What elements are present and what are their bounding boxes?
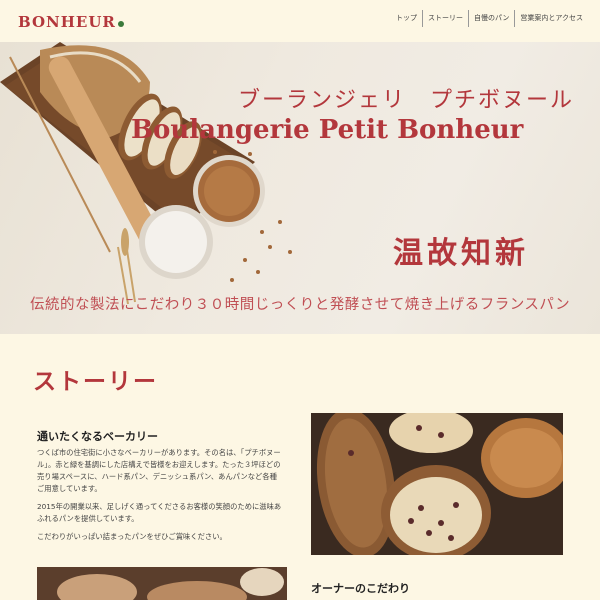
hero-tagline: 伝統的な製法にこだわり３０時間じっくりと発酵させて焼き上げるフランスパン: [30, 297, 571, 313]
bread-photo: [311, 413, 563, 555]
bread-loaves-image: [311, 413, 563, 555]
story-paragraph: つくば市の住宅街に小さなベーカリーがあります。その名は、「プチボヌール」。赤と緑…: [37, 448, 281, 493]
logo-text: BONHEUR: [18, 13, 116, 31]
story-paragraph: こだわりがいっぱい詰まったパンをぜひご賞味ください。: [37, 532, 227, 541]
hero-banner: ブーランジェリ プチボヌール Boulangerie Petit Bonheur…: [0, 42, 600, 334]
logo[interactable]: BONHEUR: [18, 13, 124, 31]
baking-hands-image: [37, 567, 287, 600]
story-card-text: つくば市の住宅街に小さなベーカリーがあります。その名は、「プチボヌール」。赤と緑…: [37, 447, 282, 549]
story-heading: ストーリー: [33, 369, 158, 395]
nav-item-top[interactable]: トップ: [391, 10, 422, 27]
story-paragraph: 2015年の開業以来、足しげく通ってくださるお客様の笑顔のために滋味あふれるパン…: [37, 502, 282, 523]
hero-title-jp: ブーランジェリ プチボヌール: [238, 88, 575, 113]
story-card-title: 通いたくなるベーカリー: [37, 430, 158, 443]
nav-item-bread[interactable]: 自慢のパン: [467, 10, 514, 27]
hero-stamp: 温故知新: [393, 236, 529, 271]
owner-photo: [37, 567, 287, 600]
owner-section-title: オーナーのこだわり: [311, 582, 410, 595]
logo-dot-icon: [117, 21, 124, 27]
nav-item-access[interactable]: 営業案内とアクセス: [514, 10, 588, 27]
hero-title-en: Boulangerie Petit Bonheur: [131, 115, 524, 145]
site-header: BONHEUR トップ ストーリー 自慢のパン 営業案内とアクセス: [0, 0, 600, 42]
main-nav: トップ ストーリー 自慢のパン 営業案内とアクセス: [391, 10, 588, 27]
nav-item-story[interactable]: ストーリー: [421, 10, 468, 27]
